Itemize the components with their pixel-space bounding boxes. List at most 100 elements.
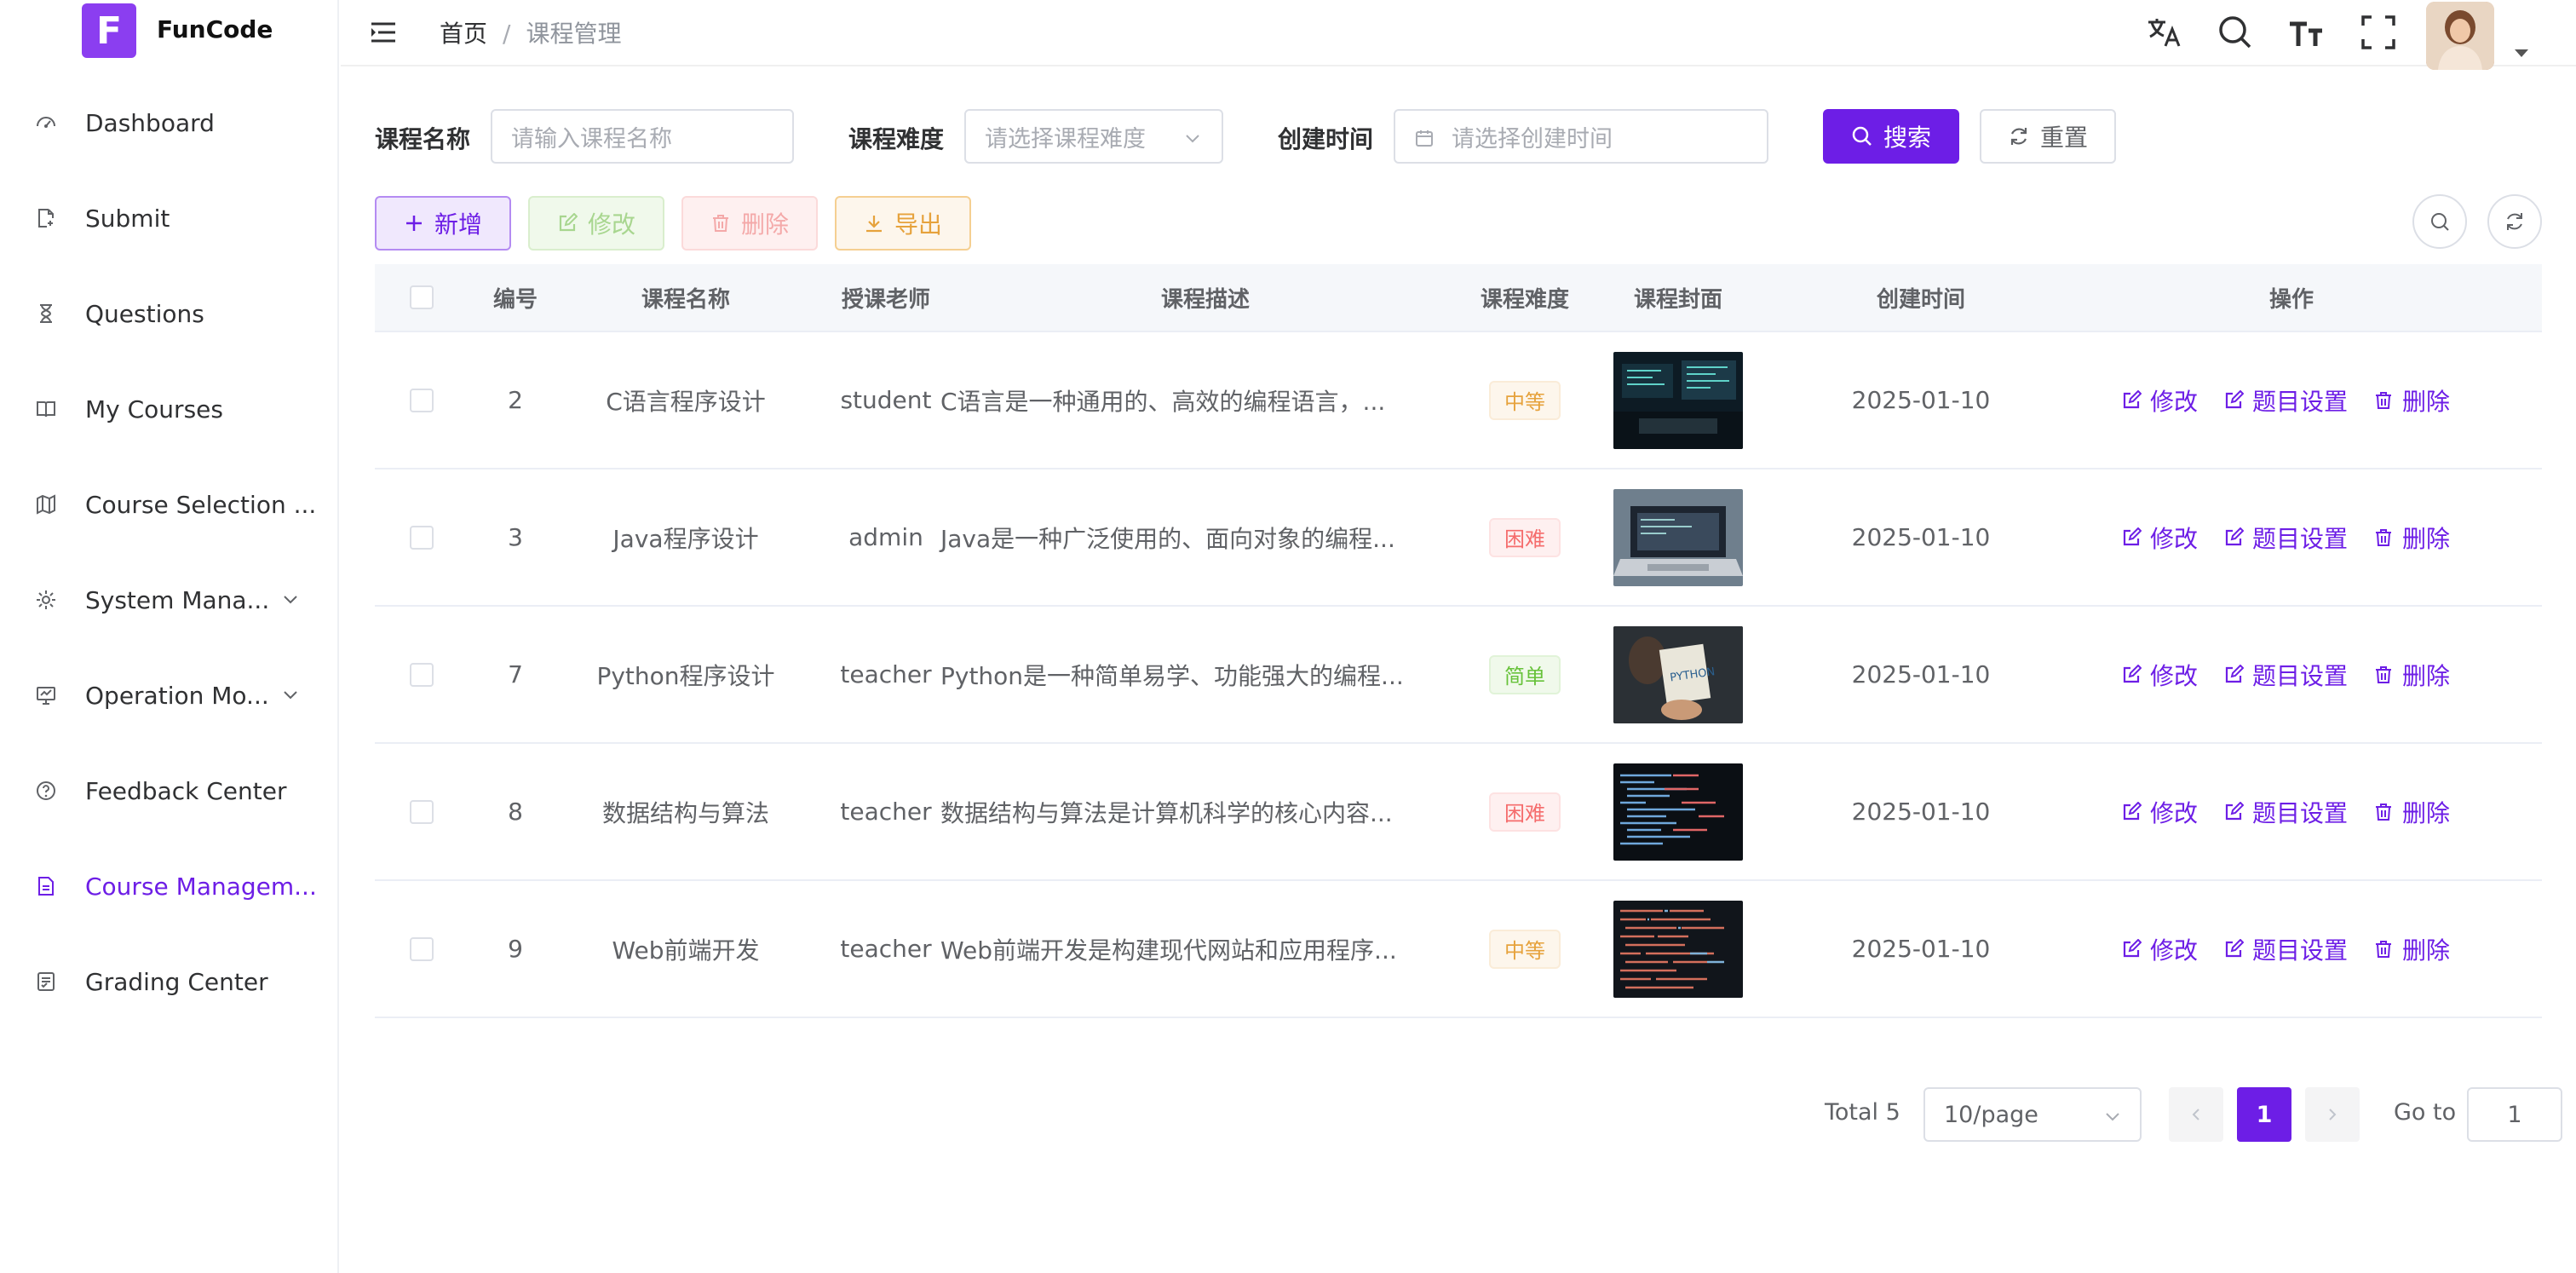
row-checkbox[interactable]	[410, 662, 434, 687]
sidebar-item-label: Submit	[85, 204, 170, 233]
breadcrumb-home[interactable]: 首页	[440, 20, 487, 48]
course-teacher: teacher	[840, 935, 932, 963]
cover-cell	[1601, 469, 1755, 605]
created-time-picker[interactable]: 请选择创建时间	[1394, 109, 1768, 164]
sidebar-item-my-courses[interactable]: My Courses	[0, 361, 337, 457]
row-settings-label: 题目设置	[2252, 387, 2349, 416]
course-id: 7	[508, 660, 523, 688]
trash-icon	[2376, 940, 2392, 958]
search-button[interactable]: 搜索	[1823, 109, 1959, 164]
row-question-settings-button[interactable]: 题目设置	[2223, 795, 2348, 829]
row-select-cell	[375, 332, 469, 468]
table-row: 9 Web前端开发 teacher Web前端开发是构建现代网站和应用程序... 中等 2…	[375, 881, 2542, 1018]
row-delete-button[interactable]: 删除	[2373, 658, 2450, 692]
page-number-current[interactable]: 1	[2237, 1087, 2291, 1142]
breadcrumb-current: 课程管理	[526, 20, 622, 48]
course-cover-image[interactable]: PYTHON	[1613, 625, 1743, 723]
sidebar-item-submit[interactable]: Submit	[0, 170, 337, 266]
course-cover-image[interactable]	[1613, 763, 1743, 861]
row-checkbox[interactable]	[410, 936, 434, 961]
row-edit-button[interactable]: 修改	[2121, 383, 2198, 418]
sidebar-item-feedback-center[interactable]: Feedback Center	[0, 743, 337, 838]
search-icon[interactable]	[2215, 12, 2256, 53]
add-button[interactable]: 新增	[375, 196, 511, 251]
row-question-settings-button[interactable]: 题目设置	[2223, 383, 2348, 418]
row-edit-button[interactable]: 修改	[2121, 521, 2198, 555]
sidebar-item-course-selection[interactable]: Course Selection ...	[0, 457, 337, 552]
app-logo[interactable]: F	[82, 3, 136, 58]
row-checkbox[interactable]	[410, 525, 434, 550]
row-delete-button[interactable]: 删除	[2373, 521, 2450, 555]
row-delete-button[interactable]: 删除	[2373, 795, 2450, 829]
row-question-settings-button[interactable]: 题目设置	[2223, 932, 2348, 966]
course-description: 数据结构与算法是计算机科学的核心内容...	[940, 798, 1393, 827]
refresh-table-button[interactable]	[2487, 194, 2542, 249]
page-size-select[interactable]: 10/page	[1923, 1087, 2142, 1142]
difficulty-tag: 中等	[1489, 929, 1561, 969]
next-page-button[interactable]	[2305, 1087, 2360, 1142]
cover-cell	[1601, 744, 1755, 879]
table-header: 编号 课程名称 授课老师 课程描述 课程难度 课程封面 创建时间 操作	[375, 264, 2542, 332]
row-delete-label: 删除	[2402, 936, 2451, 965]
font-size-icon[interactable]	[2286, 12, 2327, 53]
page-size-value: 10/page	[1944, 1101, 2038, 1128]
course-name-input[interactable]: 请输入课程名称	[491, 109, 794, 164]
translate-icon[interactable]	[2143, 12, 2184, 53]
course-description: Java是一种广泛使用的、面向对象的编程...	[940, 524, 1395, 553]
course-name-placeholder: 请输入课程名称	[511, 125, 672, 153]
row-question-settings-button[interactable]: 题目设置	[2223, 658, 2348, 692]
row-edit-button[interactable]: 修改	[2121, 795, 2198, 829]
row-delete-button[interactable]: 删除	[2373, 932, 2450, 966]
row-checkbox[interactable]	[410, 388, 434, 412]
goto-page-input[interactable]: 1	[2467, 1087, 2562, 1142]
menu-fold-icon[interactable]	[368, 17, 399, 48]
difficulty-tag: 简单	[1489, 654, 1561, 694]
user-dropdown-caret-icon[interactable]	[2515, 49, 2528, 57]
row-edit-button[interactable]: 修改	[2121, 932, 2198, 966]
select-all-checkbox[interactable]	[410, 285, 434, 309]
sidebar-item-grading-center[interactable]: Grading Center	[0, 934, 337, 1029]
difficulty-select[interactable]: 请选择课程难度	[964, 109, 1223, 164]
difficulty-cell: 困难	[1448, 744, 1601, 879]
export-button[interactable]: 导出	[835, 196, 971, 251]
row-checkbox[interactable]	[410, 799, 434, 824]
prev-page-button[interactable]	[2169, 1087, 2223, 1142]
course-name: Java程序设计	[612, 524, 759, 553]
actions-cell: 修改 题目设置 删除	[2121, 744, 2521, 879]
list-check-icon	[34, 970, 58, 994]
row-question-settings-button[interactable]: 题目设置	[2223, 521, 2348, 555]
row-edit-button[interactable]: 修改	[2121, 658, 2198, 692]
fullscreen-icon[interactable]	[2358, 12, 2399, 53]
course-cover-image[interactable]	[1613, 351, 1743, 449]
document-icon	[34, 874, 58, 898]
sidebar-item-system-mana[interactable]: System Mana...	[0, 552, 337, 648]
sidebar-item-questions[interactable]: Questions	[0, 266, 337, 361]
sidebar-item-dashboard[interactable]: Dashboard	[0, 75, 337, 170]
col-id: 编号	[492, 286, 538, 313]
row-edit-label: 修改	[2150, 661, 2199, 690]
row-delete-button[interactable]: 删除	[2373, 383, 2450, 418]
delete-button[interactable]: 删除	[681, 196, 818, 251]
sidebar-item-course-managem[interactable]: Course Managem...	[0, 838, 337, 934]
chevron-down-icon	[1186, 135, 1199, 143]
file-edit-icon	[34, 206, 58, 230]
reset-button[interactable]: 重置	[1980, 109, 2116, 164]
chevron-down-icon	[284, 596, 297, 604]
course-cover-image[interactable]	[1613, 488, 1743, 586]
difficulty-placeholder: 请选择课程难度	[985, 125, 1146, 153]
user-avatar[interactable]	[2426, 2, 2494, 70]
course-description: Python是一种简单易学、功能强大的编程...	[940, 661, 1404, 690]
difficulty-cell: 简单	[1448, 607, 1601, 742]
row-settings-label: 题目设置	[2252, 661, 2349, 690]
table-row: 3 Java程序设计 admin Java是一种广泛使用的、面向对象的编程... 困难 2…	[375, 469, 2542, 607]
col-teacher: 授课老师	[841, 286, 930, 313]
sidebar-item-label: Feedback Center	[85, 776, 287, 805]
sidebar-item-operation-mo[interactable]: Operation Mo...	[0, 648, 337, 743]
edit-icon	[2123, 527, 2142, 545]
edit-button[interactable]: 修改	[528, 196, 664, 251]
course-cover-image[interactable]	[1613, 900, 1743, 998]
course-created: 2025-01-10	[1851, 386, 1991, 414]
chevron-down-icon	[2106, 1113, 2119, 1121]
toggle-search-button[interactable]	[2412, 194, 2467, 249]
difficulty-tag: 中等	[1489, 380, 1561, 420]
